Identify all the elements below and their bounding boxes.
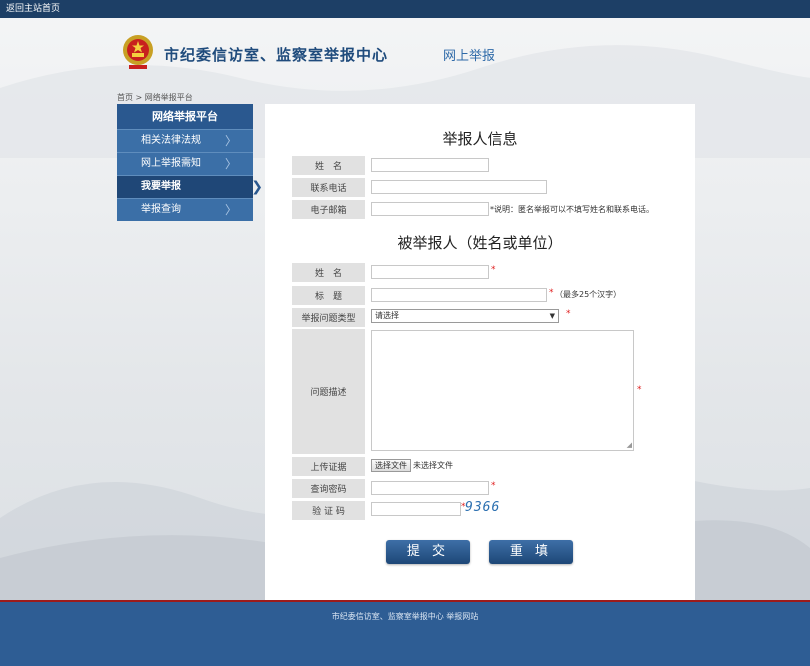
reporter-section-title: 举报人信息 [442, 130, 518, 148]
choose-file-button[interactable]: 选择文件 [371, 459, 411, 472]
subject-label: 标 题 [292, 286, 365, 305]
issue-type-select[interactable]: 请选择 ▼ [371, 309, 559, 323]
chevron-right-icon: ❯ [251, 179, 263, 195]
sidebar-item-notice[interactable]: 网上举报需知 〉 [117, 152, 253, 175]
sidebar: 网络举报平台 相关法律法规 〉 网上举报需知 〉 我要举报 ❯ 举报查询 〉 [117, 104, 263, 221]
sidebar-heading: 网络举报平台 [117, 104, 253, 129]
captcha-input[interactable] [371, 502, 461, 516]
reporter-name-input[interactable] [371, 158, 489, 172]
report-form: 举报人信息 姓 名 联系电话 电子邮箱 *说明：匿名举报可以不填写姓名和联系电话… [265, 104, 695, 600]
required-mark: * [566, 309, 571, 319]
sidebar-item-label: 我要举报 [141, 181, 181, 192]
site-title: 市纪委信访室、监察室举报中心 [164, 46, 389, 64]
breadcrumb[interactable]: 首页 > 网络举报平台 [117, 92, 193, 103]
reporter-email-label: 电子邮箱 [292, 200, 365, 219]
subject-note: （最多25个汉字） [555, 290, 622, 299]
file-status: 未选择文件 [413, 461, 453, 470]
footer: 市纪委信访室、监察室举报中心 举报网站 [0, 600, 810, 666]
chevron-right-icon: 〉 [224, 203, 237, 217]
sidebar-item-label: 举报查询 [141, 204, 181, 215]
captcha-image[interactable]: 9366 [465, 500, 500, 515]
home-link[interactable]: 返回主站首页 [6, 4, 60, 14]
reported-name-input[interactable] [371, 265, 489, 279]
required-mark: * [549, 288, 554, 298]
chevron-right-icon: 〉 [224, 157, 237, 171]
issue-type-selected: 请选择 [375, 311, 399, 320]
anonymous-note: *说明：匿名举报可以不填写姓名和联系电话。 [490, 205, 654, 214]
resize-grip-icon[interactable]: ◢ [627, 441, 632, 449]
required-mark: * [491, 265, 496, 275]
reporter-phone-input[interactable] [371, 180, 547, 194]
reported-name-label: 姓 名 [292, 263, 365, 282]
sidebar-item-laws[interactable]: 相关法律法规 〉 [117, 129, 253, 152]
required-mark: * [637, 385, 642, 395]
description-textarea[interactable]: ◢ [371, 330, 634, 451]
subject-input[interactable] [371, 288, 547, 302]
query-password-input[interactable] [371, 481, 489, 495]
reporter-name-label: 姓 名 [292, 156, 365, 175]
captcha-label: 验 证 码 [292, 501, 365, 520]
chevron-right-icon: 〉 [224, 134, 237, 148]
required-mark: * [491, 481, 496, 491]
reset-button[interactable]: 重 填 [489, 540, 573, 564]
query-password-label: 查询密码 [292, 479, 365, 498]
emblem-icon [123, 35, 153, 69]
reporter-email-input[interactable] [371, 202, 489, 216]
description-label: 问题描述 [292, 329, 365, 454]
footer-text: 市纪委信访室、监察室举报中心 举报网站 [331, 612, 479, 621]
sidebar-item-label: 相关法律法规 [141, 135, 201, 146]
sidebar-item-label: 网上举报需知 [141, 158, 201, 169]
dropdown-arrow-icon: ▼ [549, 312, 555, 320]
reporter-phone-label: 联系电话 [292, 178, 365, 197]
sidebar-item-report[interactable]: 我要举报 ❯ [117, 175, 263, 198]
upload-label: 上传证据 [292, 457, 365, 476]
issue-type-label: 举报问题类型 [292, 308, 365, 327]
site-subtitle: 网上举报 [443, 49, 496, 64]
top-bar: 返回主站首页 [0, 0, 810, 18]
submit-button[interactable]: 提 交 [386, 540, 470, 564]
reported-section-title: 被举报人（姓名或单位） [397, 234, 563, 252]
sidebar-item-query[interactable]: 举报查询 〉 [117, 198, 253, 221]
